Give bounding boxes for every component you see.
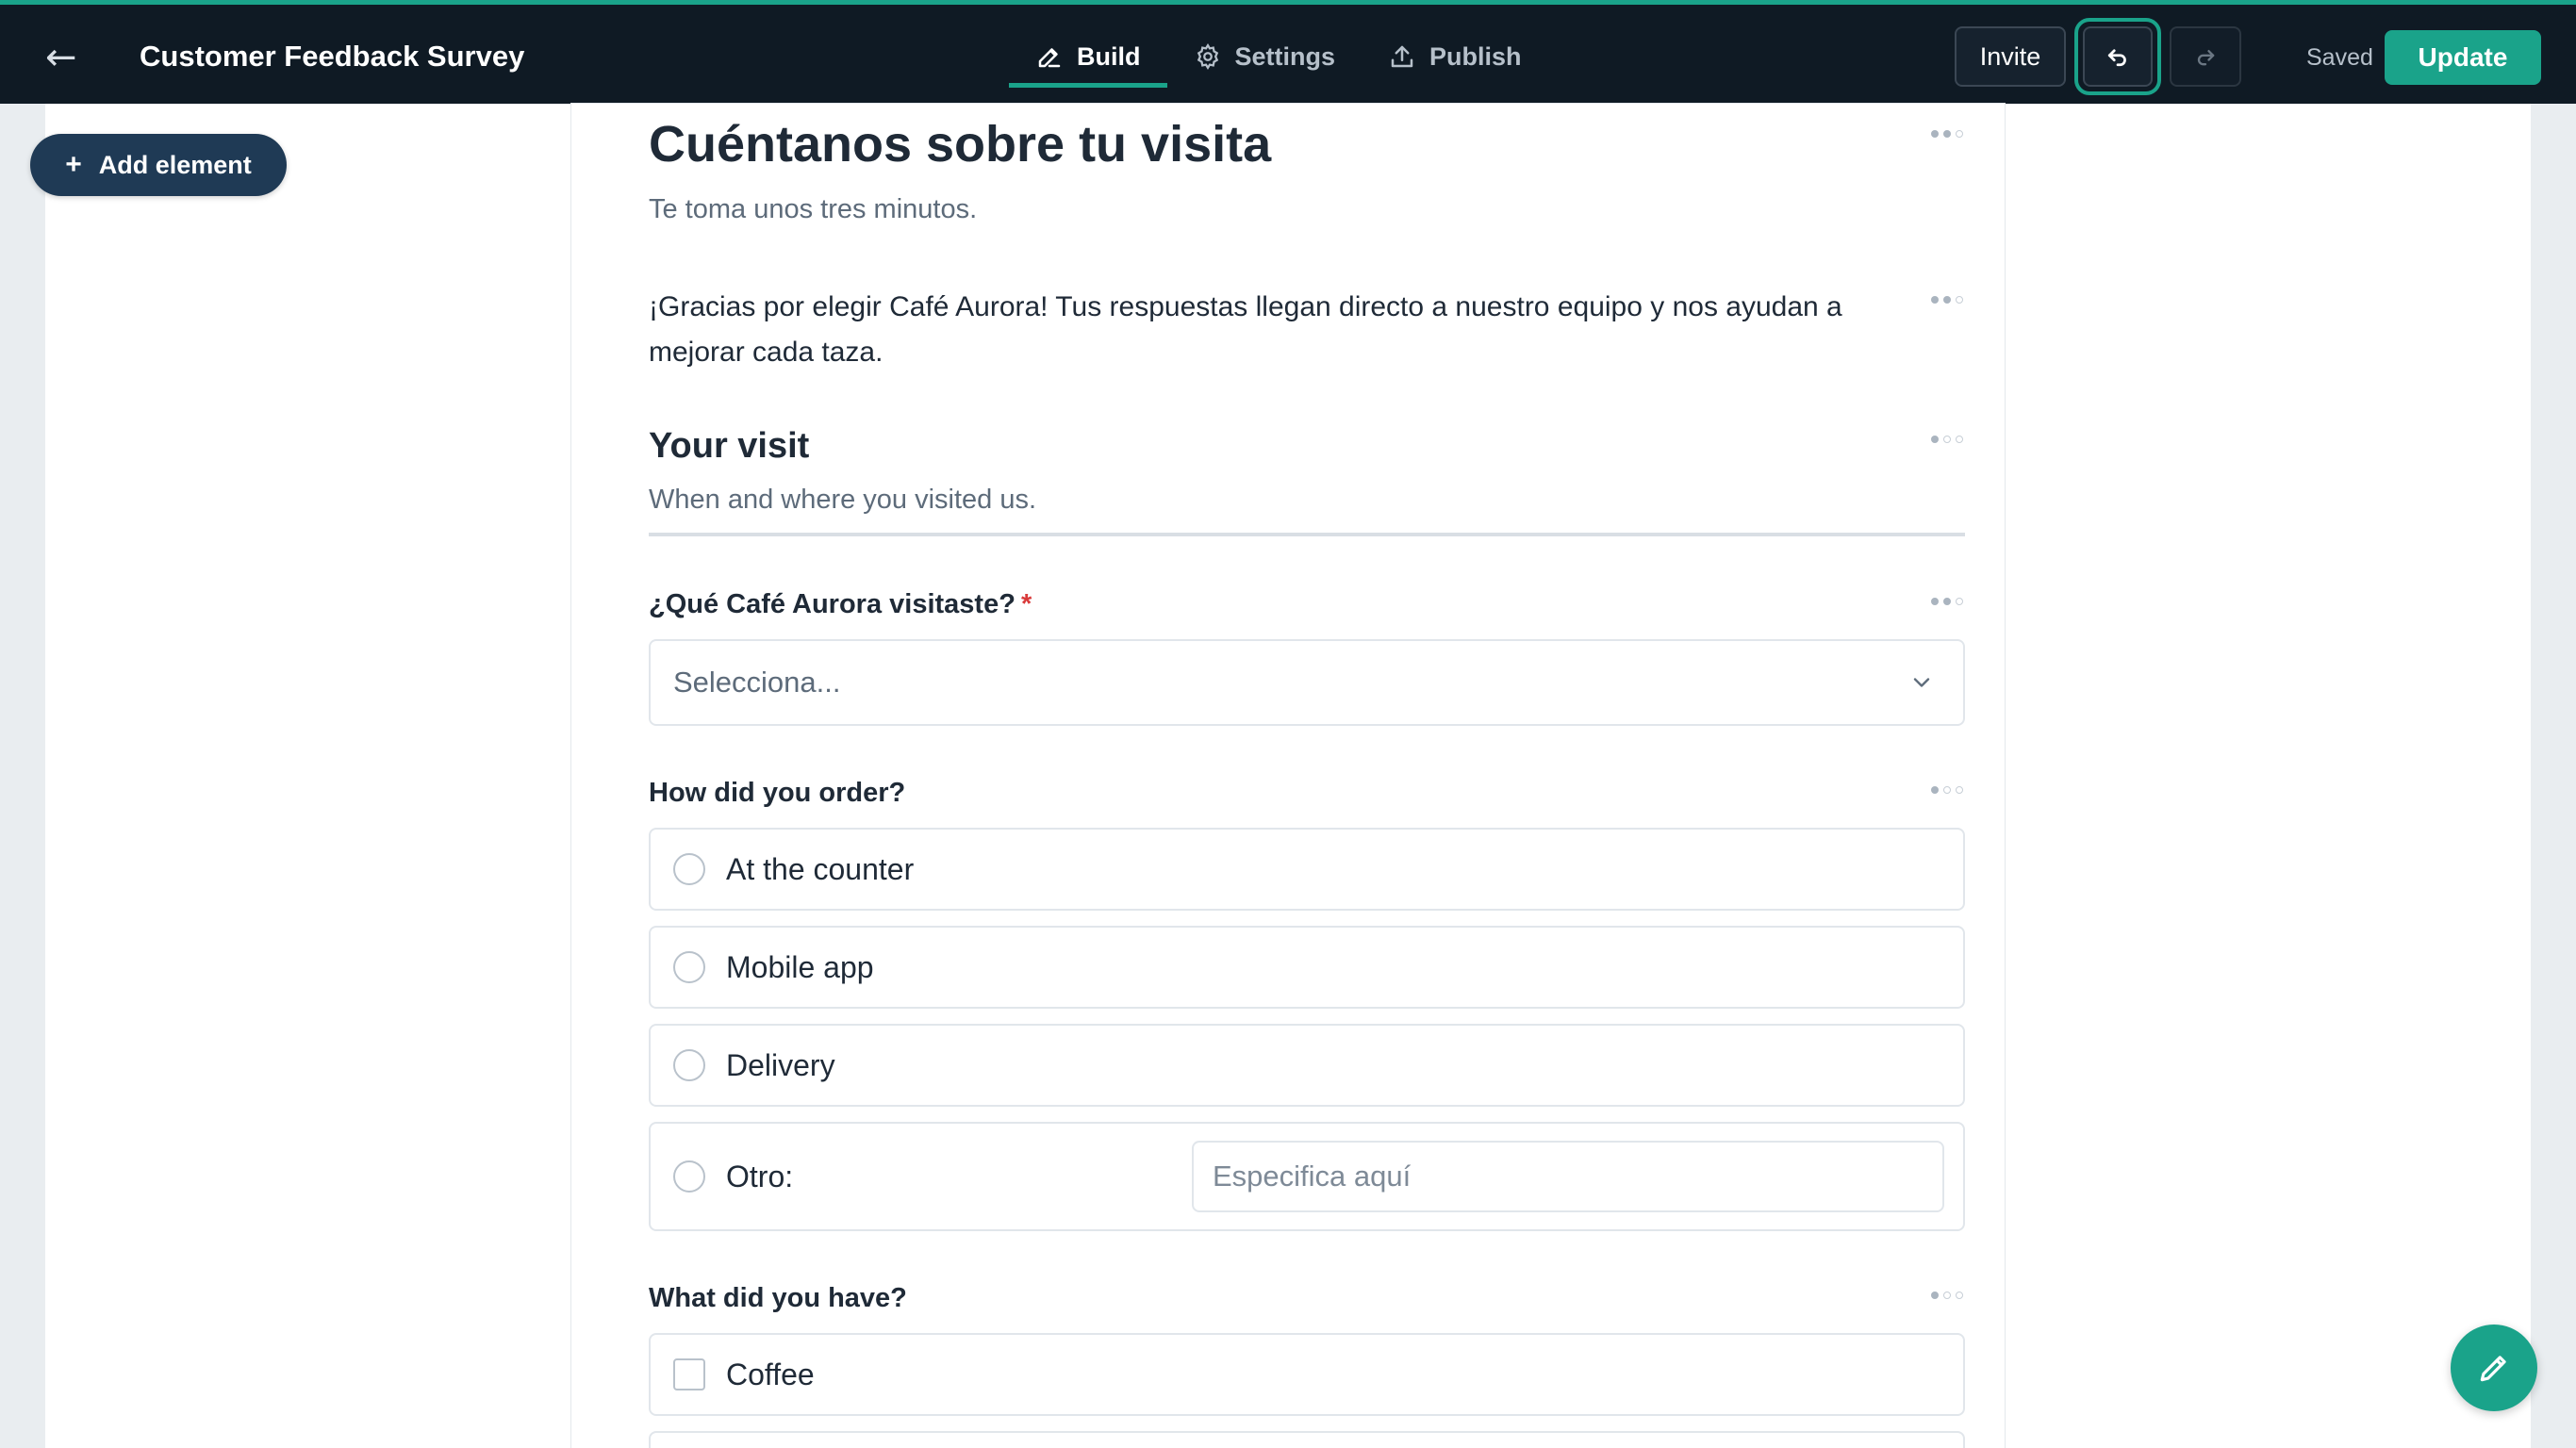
left-panel — [45, 104, 571, 1448]
left-gutter — [0, 104, 45, 1448]
more-options-icon[interactable] — [1931, 296, 1963, 304]
more-options-icon[interactable] — [1931, 786, 1963, 794]
checkbox-option[interactable]: Coffee — [649, 1333, 1965, 1416]
top-bar: ← Customer Feedback Survey Build Setting… — [0, 0, 2576, 104]
option-label: Otro: — [726, 1159, 794, 1193]
question-text: ¿Qué Café Aurora visitaste? — [649, 589, 1016, 619]
arrow-left-icon[interactable]: ← — [45, 39, 83, 76]
section-description: When and where you visited us. — [649, 485, 1037, 515]
more-options-icon[interactable] — [1931, 598, 1963, 605]
radio-button[interactable] — [673, 951, 705, 983]
radio-button[interactable] — [673, 1049, 705, 1081]
form-subtitle: Te toma unos tres minutos. — [649, 194, 978, 224]
tab-label: Build — [1077, 41, 1141, 71]
radio-option[interactable]: Mobile app — [649, 926, 1965, 1009]
question-text: What did you have? — [649, 1283, 907, 1313]
edit-fab-button[interactable] — [2451, 1325, 2537, 1411]
pencil-icon — [2480, 1356, 2506, 1382]
radio-option-other[interactable]: Otro: Especifica aquí — [649, 1122, 1965, 1231]
location-select[interactable]: Selecciona... — [649, 639, 1965, 726]
right-gutter — [2531, 104, 2576, 1448]
save-status: Saved — [2306, 44, 2373, 71]
update-button[interactable]: Update — [2385, 30, 2541, 85]
right-panel — [2005, 104, 2531, 1448]
tab-label: Publish — [1429, 41, 1522, 71]
option-label: Delivery — [726, 1047, 835, 1082]
option-label: Coffee — [726, 1357, 815, 1391]
section-title[interactable]: Your visit — [649, 426, 809, 467]
pencil-icon — [1038, 48, 1061, 68]
redo-button[interactable] — [2170, 26, 2241, 87]
builder-tabs: Build Settings Publish — [1009, 25, 1548, 88]
other-text-input[interactable]: Especifica aquí — [1192, 1141, 1944, 1212]
gear-icon — [1197, 42, 1218, 71]
invite-button[interactable]: Invite — [1955, 26, 2066, 87]
tab-build[interactable]: Build — [1009, 25, 1167, 88]
section-divider — [649, 533, 1965, 536]
redo-icon — [2197, 50, 2215, 66]
chevron-down-icon — [1913, 678, 1930, 687]
option-label: Mobile app — [726, 949, 874, 984]
form-canvas: Cuéntanos sobre tu visita Te toma unos t… — [571, 104, 2005, 1448]
plus-icon: + — [65, 149, 82, 180]
more-options-icon[interactable] — [1931, 1292, 1963, 1299]
more-options-icon[interactable] — [1931, 436, 1963, 443]
radio-option[interactable]: At the counter — [649, 828, 1965, 911]
radio-option[interactable]: Delivery — [649, 1024, 1965, 1107]
intro-text[interactable]: ¡Gracias por elegir Café Aurora! Tus res… — [649, 285, 1912, 375]
form-title[interactable]: Cuéntanos sobre tu visita — [649, 115, 1271, 173]
radio-button[interactable] — [673, 1160, 705, 1193]
question-label: ¿Qué Café Aurora visitaste? * — [649, 589, 1032, 620]
add-element-label: Add element — [98, 150, 252, 179]
upload-icon — [1391, 45, 1413, 68]
survey-title: Customer Feedback Survey — [140, 40, 525, 73]
checkbox[interactable] — [673, 1358, 705, 1390]
checkbox-option[interactable] — [649, 1431, 1965, 1448]
option-label: At the counter — [726, 851, 915, 886]
radio-button[interactable] — [673, 853, 705, 885]
tab-settings[interactable]: Settings — [1167, 25, 1362, 88]
tab-label: Settings — [1234, 41, 1336, 71]
more-options-icon[interactable] — [1931, 130, 1963, 138]
select-placeholder: Selecciona... — [673, 666, 841, 699]
undo-button[interactable] — [2074, 18, 2161, 95]
input-placeholder: Especifica aquí — [1213, 1160, 1412, 1193]
undo-icon — [2107, 49, 2126, 67]
required-marker: * — [1020, 589, 1032, 619]
add-element-button[interactable]: + Add element — [30, 134, 287, 196]
tab-publish[interactable]: Publish — [1362, 25, 1548, 88]
question-text: How did you order? — [649, 778, 906, 808]
